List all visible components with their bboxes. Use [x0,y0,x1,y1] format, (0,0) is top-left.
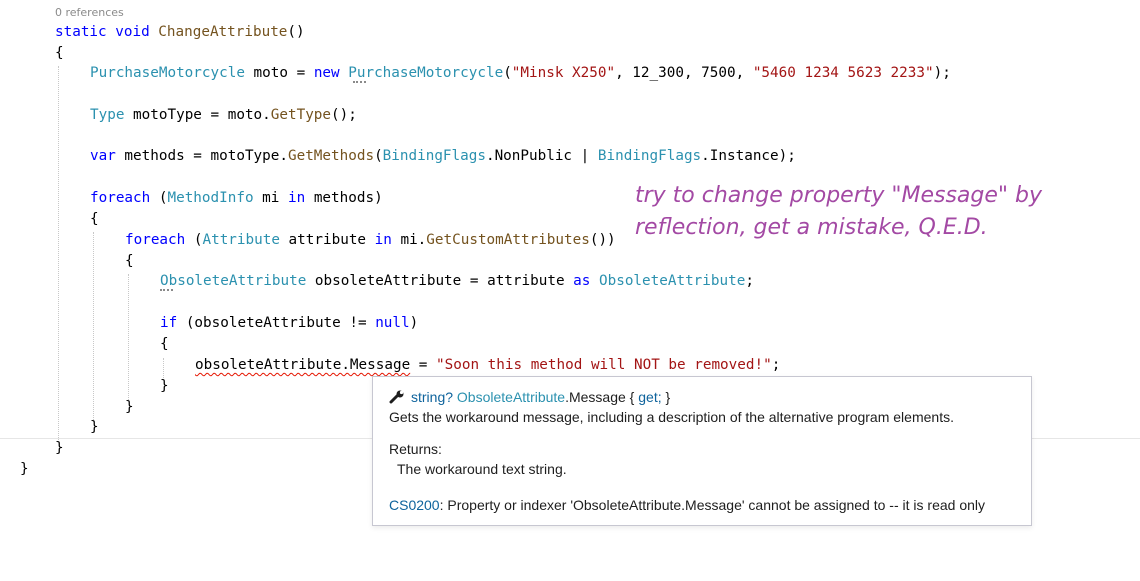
keyword: in [374,232,392,248]
code-line-method-signature[interactable]: static void ChangeAttribute() [55,23,305,41]
method-name: ChangeAttribute [158,24,288,40]
type-name: ObsoleteAttribute [160,273,307,289]
code-text: obsoleteAttribute = attribute [306,273,574,289]
keyword: as [573,273,591,289]
string-literal: "Soon this method will NOT be removed!" [436,357,772,373]
code-line-brace: { [90,211,99,227]
code-text: ); [933,65,951,81]
code-text: ; [771,357,781,373]
code-editor[interactable]: 0 references static void ChangeAttribute… [0,0,1140,581]
code-text: ( [185,232,203,248]
code-line-get-type[interactable]: Type motoType = moto.GetType(); [90,106,357,124]
type-name: PurchaseMotorcycle [348,65,504,81]
code-text: ()) [589,232,616,248]
suggestion-dots[interactable] [353,81,366,83]
code-text: (); [331,107,357,123]
code-text: .Instance); [701,148,796,164]
keyword: if [160,315,178,331]
signature-end: } [661,389,671,405]
keyword: var [90,148,116,164]
code-line-if-not-null[interactable]: if (obsoleteAttribute != null) [160,314,418,332]
code-line-brace: } [55,440,64,456]
code-text: ( [150,190,168,206]
code-text: ) [409,315,419,331]
code-line-brace: { [55,45,64,61]
code-text: , 12_300, 7500, [615,65,753,81]
code-text: .NonPublic | [485,148,598,164]
code-text: motoType = moto. [124,107,271,123]
code-text: mi. [391,232,427,248]
code-line-foreach-methods[interactable]: foreach (MethodInfo mi in methods) [90,189,383,207]
wrench-icon [389,390,404,404]
method-name: GetType [270,107,332,123]
keyword: static void [55,24,150,40]
signature-member: .Message { [565,389,639,405]
code-text: ( [374,148,383,164]
indent-guide [93,232,94,422]
code-text: () [287,24,305,40]
type-name: BindingFlags [382,148,486,164]
code-text: methods = motoType. [115,148,288,164]
signature-class[interactable]: ObsoleteAttribute [457,389,565,405]
tooltip-returns-value: The workaround text string. [397,461,567,477]
annotation-text: reflection, get a mistake, Q.E.D. [635,215,988,240]
code-line-brace: { [125,253,134,269]
code-line-brace: } [20,461,29,477]
suggestion-dots[interactable] [160,289,173,291]
code-text: ; [745,273,754,289]
keyword: foreach [125,232,186,248]
tooltip-error: CS0200: Property or indexer 'ObsoleteAtt… [389,497,985,513]
type-name: BindingFlags [597,148,702,164]
code-text: mi [253,190,288,206]
code-text: (obsoleteAttribute != [177,315,376,331]
type-name: PurchaseMotorcycle [90,65,245,81]
tooltip-signature: string? ObsoleteAttribute.Message { get;… [389,389,670,405]
indent-guide [128,274,129,400]
type-name: Type [90,107,125,123]
code-line-brace: } [160,378,169,394]
type-name: MethodInfo [167,190,254,206]
code-line-brace: { [160,336,169,352]
tooltip-returns-label: Returns: [389,441,442,457]
string-literal: "Minsk X250" [511,65,616,81]
method-name: GetMethods [287,148,375,164]
keyword: in [288,190,306,206]
method-name: GetCustomAttributes [426,232,590,248]
keyword: new [313,65,340,81]
code-line-new-moto[interactable]: PurchaseMotorcycle moto = new PurchaseMo… [90,64,951,82]
type-name: Attribute [202,232,280,248]
type-name: ObsoleteAttribute [599,273,746,289]
code-text: = [410,357,437,373]
code-line-brace: } [125,399,134,415]
keyword: foreach [90,190,151,206]
code-text: ( [503,65,512,81]
codelens-references[interactable]: 0 references [55,6,124,19]
error-message: : Property or indexer 'ObsoleteAttribute… [439,497,985,513]
error-code-link[interactable]: CS0200 [389,497,440,513]
code-line-get-methods[interactable]: var methods = motoType.GetMethods(Bindin… [90,147,796,165]
code-line-obsolete-cast[interactable]: ObsoleteAttribute obsoleteAttribute = at… [160,272,754,290]
code-line-foreach-attributes[interactable]: foreach (Attribute attribute in mi.GetCu… [125,231,616,249]
quick-info-tooltip: string? ObsoleteAttribute.Message { get;… [372,376,1032,526]
signature-get: get; [638,389,662,405]
signature-type[interactable]: string? [411,389,453,405]
tooltip-description: Gets the workaround message, including a… [389,409,954,425]
error-squiggle-target[interactable]: obsoleteAttribute.Message [195,357,410,373]
indent-guide [58,66,59,440]
keyword: null [375,315,410,331]
code-text: attribute [279,232,375,248]
code-line-brace: } [90,419,99,435]
annotation-text: try to change property "Message" by [635,183,1043,208]
code-text: moto = [244,65,314,81]
code-text: methods) [305,190,383,206]
string-literal: "5460 1234 5623 2233" [752,65,934,81]
line-separator [1032,438,1140,439]
code-line-assign-message[interactable]: obsoleteAttribute.Message = "Soon this m… [195,356,780,374]
